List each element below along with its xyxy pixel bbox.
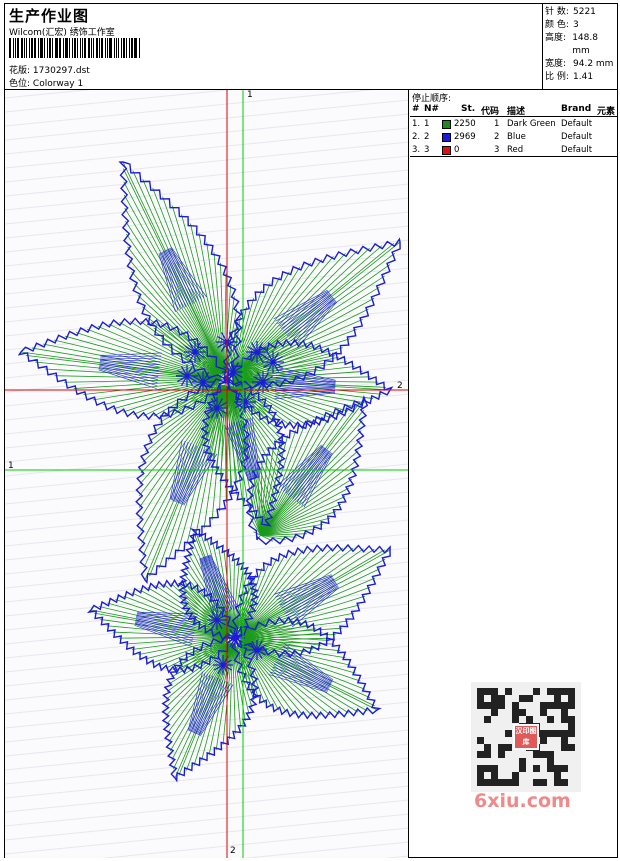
document-title: 生产作业图: [9, 7, 90, 25]
company-name: Wilcom(汇宏) 绣饰工作室: [9, 28, 115, 38]
stat-colors: 颜 色: 3: [545, 20, 579, 30]
colorway-line: 色位: Colorway 1: [9, 76, 83, 89]
axis-mark-top: 1: [247, 90, 253, 100]
axis-mark-bottom: 2: [230, 846, 236, 856]
pattern-label: 花版:: [9, 66, 31, 76]
axis-mark-left: 1: [8, 461, 14, 471]
embroidery-design-view[interactable]: 1 2 1 2: [5, 90, 409, 858]
color-swatch: [442, 133, 451, 142]
stat-ratio: 比 例: 1.41: [545, 72, 594, 82]
embroidery-canvas: [5, 90, 408, 858]
stat-height: 高度: 148.8 mm: [545, 33, 598, 56]
stat-stitches: 针 数: 5221: [545, 7, 596, 17]
stop-sequence-row[interactable]: 2. 2 2969 2 Blue Default: [410, 131, 617, 144]
barcode: [9, 38, 141, 58]
color-swatch: [442, 120, 451, 129]
qr-code-watermark: 汉印图库: [471, 682, 581, 792]
watermark-site: 6xiu.com: [474, 790, 571, 812]
pattern-file: 1730297.dst: [32, 66, 90, 76]
watermark-logo: 汉印图库: [513, 724, 539, 750]
colorway-value: Colorway 1: [32, 79, 84, 89]
colorway-label: 色位:: [9, 79, 31, 89]
pattern-line: 花版: 1730297.dst: [9, 63, 90, 76]
stat-width: 宽度: 94.2 mm: [545, 59, 614, 69]
panel-divider: [410, 156, 617, 157]
color-swatch: [442, 146, 451, 155]
header-info: 生产作业图 Wilcom(汇宏) 绣饰工作室 花版: 1730297.dst 色…: [5, 4, 542, 90]
design-stats: 针 数: 5221 颜 色: 3 高度: 148.8 mm 宽度: 94.2 mm 比 …: [542, 4, 617, 90]
axis-mark-right: 2: [397, 381, 403, 391]
stop-sequence-row[interactable]: 1. 1 2250 1 Dark Green Default: [410, 118, 617, 131]
sheet-header: 生产作业图 Wilcom(汇宏) 绣饰工作室 花版: 1730297.dst 色…: [5, 4, 617, 90]
stop-sequence-header: # N# St. 代码 描述 Brand 元素: [410, 104, 617, 117]
